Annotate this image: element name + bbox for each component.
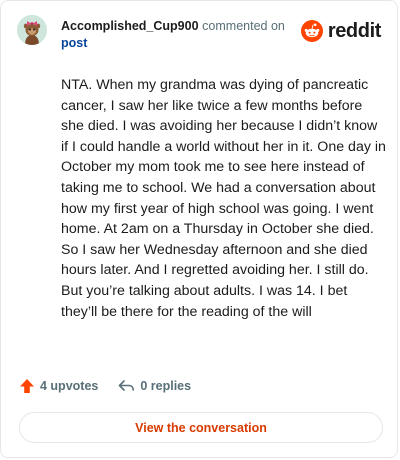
reply-action[interactable]: 0 replies: [118, 378, 191, 394]
reddit-wordmark: reddit: [327, 20, 382, 42]
avatar-icon: [17, 15, 47, 45]
post-link[interactable]: post: [61, 35, 301, 52]
reddit-logo[interactable]: reddit: [300, 20, 382, 42]
reply-count: 0 replies: [140, 379, 192, 393]
user-avatar[interactable]: [17, 15, 47, 45]
upvote-action[interactable]: 4 upvotes: [19, 378, 98, 394]
upvote-count: 4 upvotes: [40, 379, 99, 393]
upvote-arrow-icon: [20, 379, 34, 393]
view-conversation-button[interactable]: View the conversation: [19, 412, 383, 443]
username-link[interactable]: Accomplished_Cup900: [61, 19, 199, 33]
comment-header: Accomplished_Cup900 commented on post: [61, 17, 301, 52]
reddit-snoo-icon: [300, 20, 323, 42]
comment-body: NTA. When my grandma was dying of pancre…: [61, 77, 386, 320]
comment-actions: 4 upvotes 0 replies: [19, 378, 191, 394]
action-text: commented on: [202, 19, 285, 33]
reply-arrow-icon: [119, 380, 135, 391]
comment-card: Accomplished_Cup900 commented on post re…: [0, 0, 398, 458]
